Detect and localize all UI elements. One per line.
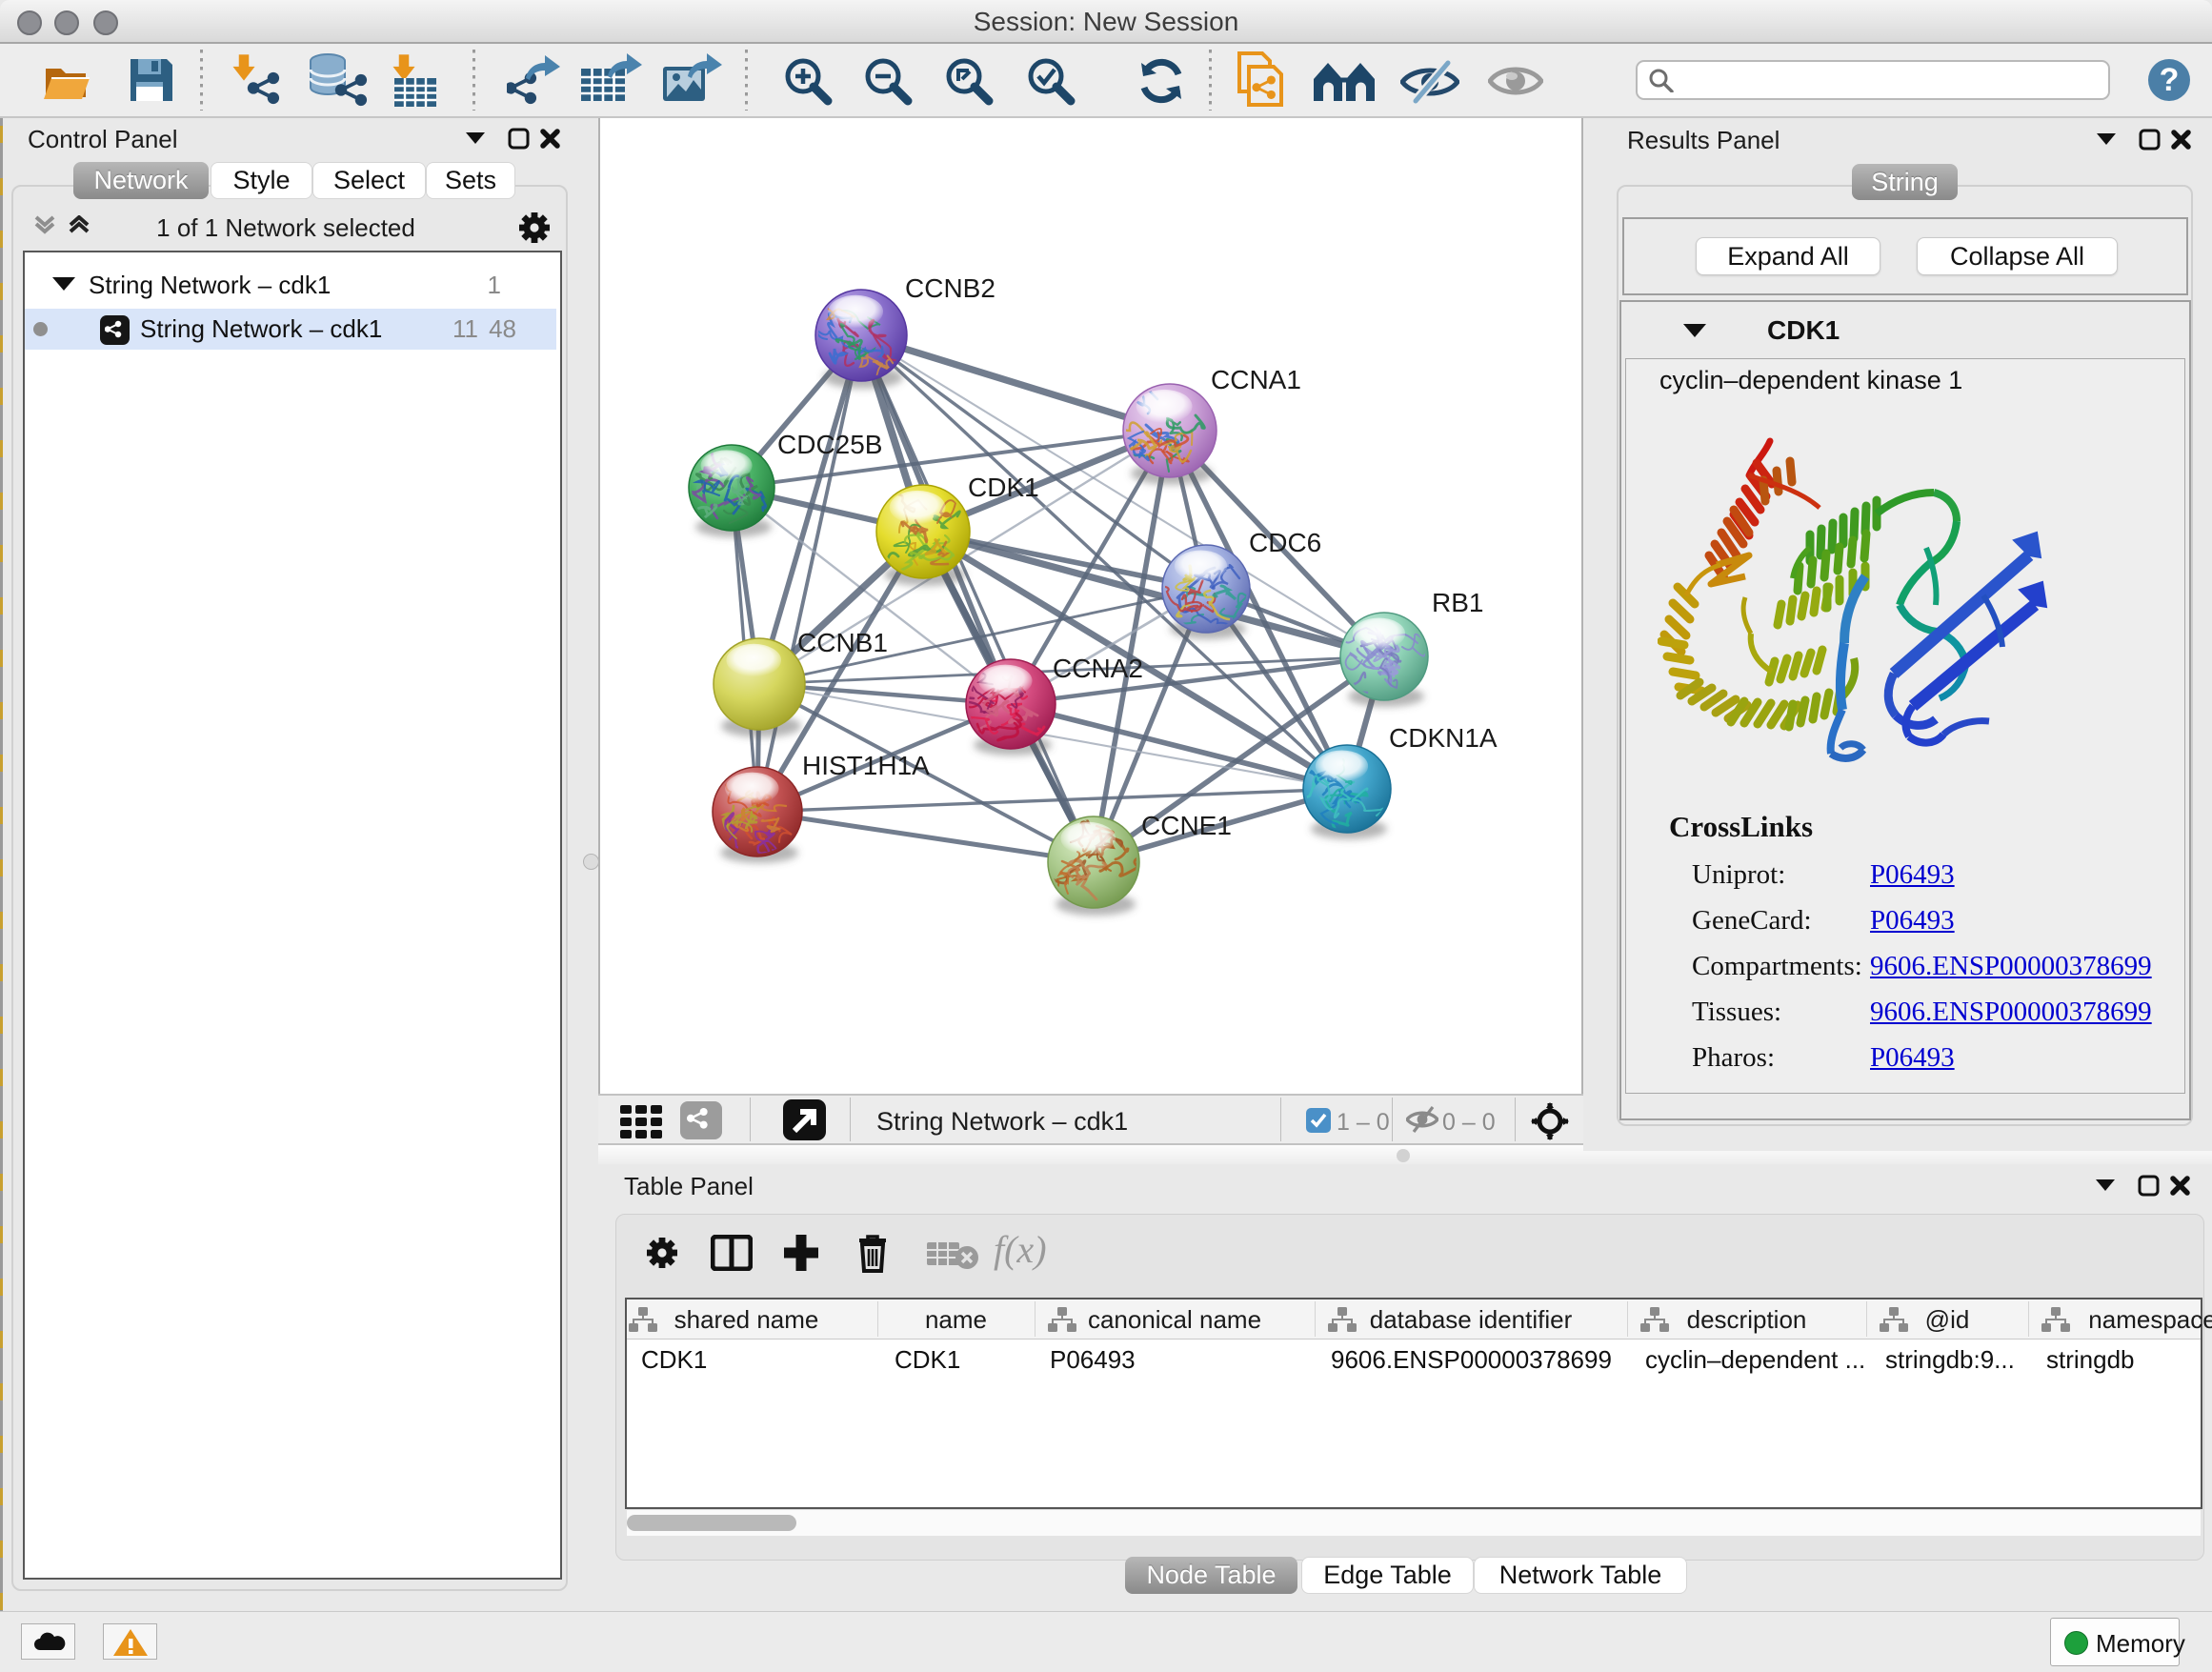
svg-text:CDK1: CDK1 [968,473,1039,502]
svg-text:CCNB1: CCNB1 [797,628,888,657]
svg-text:CDC25B: CDC25B [777,430,882,459]
svg-text:RB1: RB1 [1432,588,1483,617]
svg-text:HIST1H1A: HIST1H1A [802,751,930,780]
svg-text:CCNA1: CCNA1 [1211,365,1301,394]
svg-text:CDKN1A: CDKN1A [1389,723,1498,753]
svg-text:CDC6: CDC6 [1249,528,1321,557]
svg-text:CCNB2: CCNB2 [905,273,995,303]
svg-text:CCNA2: CCNA2 [1053,654,1143,683]
svg-text:CCNE1: CCNE1 [1141,811,1232,840]
